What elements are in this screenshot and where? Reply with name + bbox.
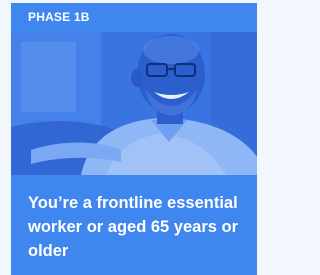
person-photo-illustration [11, 32, 257, 175]
phase-label: PHASE 1B [28, 10, 90, 24]
phase-card[interactable]: PHASE 1B You’re a frontline essential wo… [11, 3, 257, 275]
card-description: You’re a frontline essential worker or a… [28, 194, 239, 260]
card-photo [11, 32, 257, 175]
